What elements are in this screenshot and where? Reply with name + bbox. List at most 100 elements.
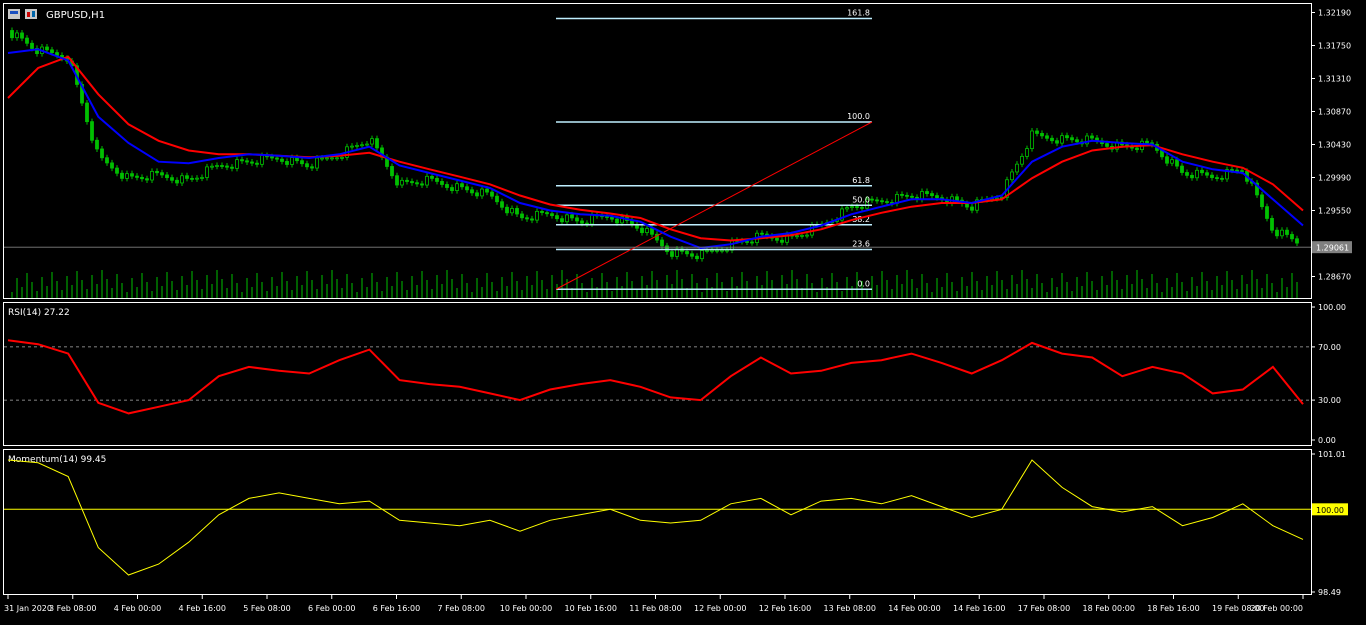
candle-body xyxy=(420,183,424,186)
candle-body xyxy=(15,32,19,39)
candle-body xyxy=(1145,140,1149,144)
fib-level-label: 0.0 xyxy=(857,279,870,288)
candle-body xyxy=(355,145,359,147)
candle-body xyxy=(200,177,204,179)
candle-body xyxy=(1065,135,1069,139)
fib-level-label: 100.0 xyxy=(847,112,870,121)
candle-body xyxy=(310,166,314,169)
candle-body xyxy=(640,227,644,233)
candle-body xyxy=(1045,135,1049,139)
candle-body xyxy=(520,213,524,219)
candle-body xyxy=(395,175,399,186)
candle-body xyxy=(910,195,914,198)
candle-body xyxy=(710,249,714,252)
candle-body xyxy=(480,188,484,197)
candle-body xyxy=(290,157,294,165)
candle-body xyxy=(565,214,569,223)
candle-body xyxy=(560,218,564,223)
chart-window[interactable]: GBPUSD,H1 RSI(14) 27.22 Momentum(14) 99.… xyxy=(0,0,1366,621)
candle-body xyxy=(1070,137,1074,141)
rsi-tick-label: 100.00 xyxy=(1318,303,1346,312)
candle-body xyxy=(435,177,439,182)
candle-body xyxy=(1290,234,1294,240)
rsi-label: RSI(14) 27.22 xyxy=(8,308,70,318)
price-tick-label: 1.31750 xyxy=(1318,42,1351,51)
candle-body xyxy=(855,206,859,209)
candle-body xyxy=(1075,139,1079,143)
candle-body xyxy=(550,213,554,217)
candle-body xyxy=(525,217,529,220)
candle-body xyxy=(1275,229,1279,237)
price-tick-label: 1.28670 xyxy=(1318,273,1351,282)
candle-body xyxy=(125,173,129,179)
candle-body xyxy=(50,49,54,54)
candle-body xyxy=(460,183,464,188)
candle-body xyxy=(1015,163,1019,173)
chart-title: GBPUSD,H1 xyxy=(46,10,105,21)
candle-body xyxy=(580,220,584,224)
momentum-label: Momentum(14) 99.45 xyxy=(8,455,106,465)
time-tick-label: 17 Feb 08:00 xyxy=(1018,604,1070,613)
price-tick-label: 1.30430 xyxy=(1318,141,1351,150)
candle-body xyxy=(545,212,549,215)
candle-body xyxy=(1010,171,1014,181)
candle-body xyxy=(365,143,369,146)
candle-body xyxy=(1235,169,1239,172)
momentum-tick-label: 98.49 xyxy=(1318,588,1341,597)
candle-body xyxy=(495,195,499,203)
candle-body xyxy=(930,193,934,197)
candle-body xyxy=(240,159,244,162)
candle-body xyxy=(1185,172,1189,176)
rsi-tick-label: 70.00 xyxy=(1318,343,1341,352)
candle-body xyxy=(1215,177,1219,179)
time-tick-label: 10 Feb 00:00 xyxy=(500,604,552,613)
candle-body xyxy=(490,191,494,197)
candle-body xyxy=(1165,156,1169,164)
candle-body xyxy=(795,235,799,238)
candle-body xyxy=(955,196,959,201)
timeframe-icon xyxy=(25,9,37,19)
fib-level-label: 50.0 xyxy=(852,195,870,204)
candle-body xyxy=(135,175,139,178)
time-tick-label: 3 Feb 08:00 xyxy=(49,604,96,613)
rsi-tick-label: 30.00 xyxy=(1318,396,1341,405)
candle-body xyxy=(165,174,169,179)
candle-body xyxy=(1105,143,1109,147)
candle-body xyxy=(260,155,264,165)
candle-body xyxy=(195,177,199,180)
candle-body xyxy=(445,184,449,188)
candle-body xyxy=(370,138,374,145)
price-tick-label: 1.29550 xyxy=(1318,207,1351,216)
candle-body xyxy=(535,210,539,221)
time-tick-label: 13 Feb 08:00 xyxy=(824,604,876,613)
momentum-level-label: 100.00 xyxy=(1316,506,1344,515)
chart-canvas[interactable]: GBPUSD,H1 RSI(14) 27.22 Momentum(14) 99.… xyxy=(0,0,1366,621)
candle-body xyxy=(10,30,14,39)
candle-body xyxy=(320,157,324,160)
candle-body xyxy=(190,178,194,180)
candle-body xyxy=(1265,206,1269,219)
candle-body xyxy=(185,175,189,179)
candle-body xyxy=(1055,140,1059,144)
candle-body xyxy=(340,156,344,159)
time-tick-label: 11 Feb 08:00 xyxy=(629,604,681,613)
candle-body xyxy=(1240,170,1244,173)
candle-body xyxy=(775,237,779,241)
candle-body xyxy=(270,156,274,159)
candle-body xyxy=(805,234,809,237)
candle-body xyxy=(690,253,694,257)
time-tick-label: 14 Feb 16:00 xyxy=(953,604,1005,613)
candle-body xyxy=(515,208,519,215)
momentum-tick-label: 101.01 xyxy=(1318,450,1346,459)
candle-body xyxy=(390,166,394,177)
time-tick-label: 4 Feb 16:00 xyxy=(179,604,226,613)
candle-body xyxy=(455,183,459,191)
time-tick-label: 18 Feb 00:00 xyxy=(1083,604,1135,613)
candle-body xyxy=(760,232,764,235)
candle-body xyxy=(685,250,689,255)
candle-body xyxy=(175,179,179,184)
candle-body xyxy=(1220,177,1224,180)
candle-body xyxy=(875,199,879,202)
candle-body xyxy=(85,102,89,123)
candle-body xyxy=(1135,147,1139,151)
